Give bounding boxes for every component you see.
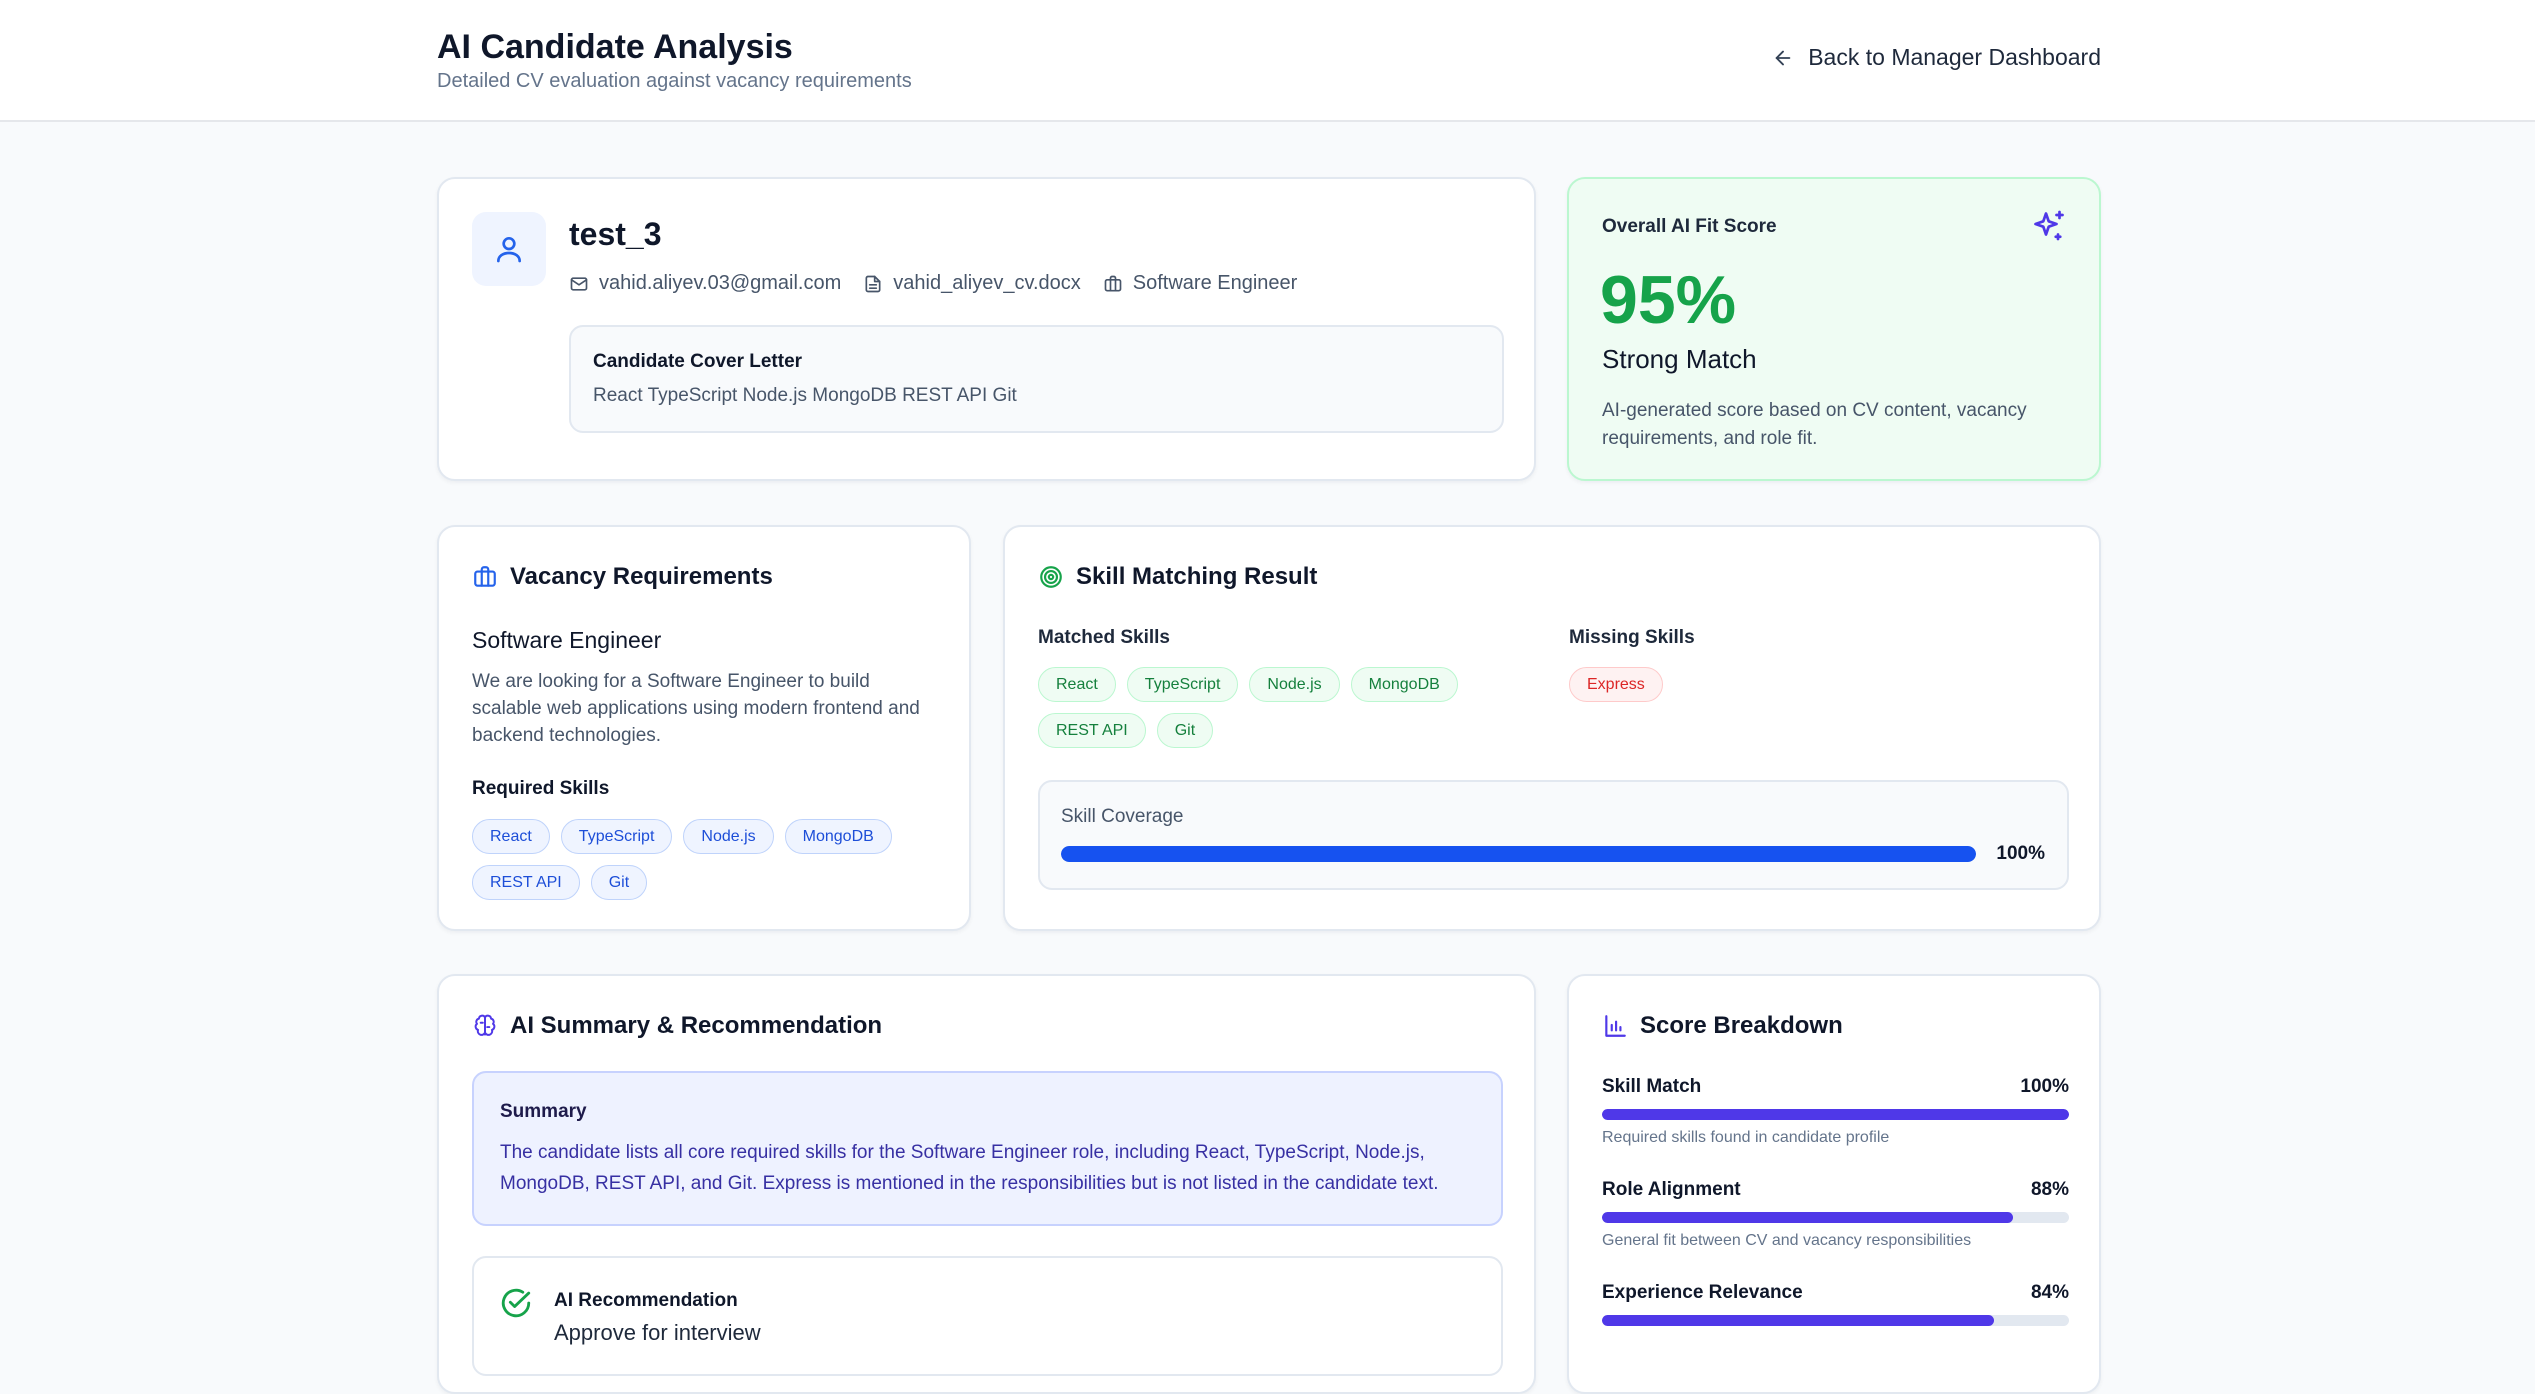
skill-tag: Node.js bbox=[683, 819, 774, 854]
breakdown-fill bbox=[1602, 1109, 2069, 1120]
skill-coverage-track bbox=[1061, 846, 1976, 862]
cover-letter-text: React TypeScript Node.js MongoDB REST AP… bbox=[593, 385, 1017, 406]
skill-tag: MongoDB bbox=[784, 819, 892, 854]
breakdown-description: Required skills found in candidate profi… bbox=[1602, 1129, 1890, 1146]
arrow-left-icon bbox=[1775, 50, 1791, 65]
avatar bbox=[472, 212, 546, 286]
bar-chart-icon bbox=[1605, 1015, 1626, 1037]
required-skills-list: React TypeScript Node.js MongoDB REST AP… bbox=[472, 819, 942, 900]
brain-icon bbox=[474, 1014, 496, 1036]
breakdown-row-experience-relevance: Experience Relevance 84% bbox=[1602, 1282, 2069, 1335]
back-to-dashboard-link[interactable]: Back to Manager Dashboard bbox=[1772, 44, 2101, 71]
breakdown-label: Role Alignment bbox=[1602, 1179, 1741, 1200]
score-label: Overall AI Fit Score bbox=[1602, 216, 1777, 237]
missing-skills-title: Missing Skills bbox=[1569, 627, 1695, 648]
skill-tag: React bbox=[472, 819, 550, 854]
skill-matching-card: Skill Matching Result Matched Skills Rea… bbox=[1003, 525, 2101, 931]
matched-skills-title: Matched Skills bbox=[1038, 627, 1170, 648]
skill-tag: REST API bbox=[472, 865, 580, 900]
required-skills-title: Required Skills bbox=[472, 778, 610, 799]
page-subtitle: Detailed CV evaluation against vacancy r… bbox=[437, 70, 912, 92]
score-match-label: Strong Match bbox=[1602, 344, 1757, 374]
summary-title: Summary bbox=[500, 1101, 587, 1122]
vacancy-description: We are looking for a Software Engineer t… bbox=[472, 671, 920, 746]
score-breakdown-card: Score Breakdown Skill Match 100% Require… bbox=[1567, 974, 2101, 1394]
matched-skills-list: React TypeScript Node.js MongoDB REST AP… bbox=[1038, 667, 1508, 748]
skill-matching-heading: Skill Matching Result bbox=[1038, 563, 1317, 591]
breakdown-fill bbox=[1602, 1212, 2013, 1223]
skill-tag: Git bbox=[590, 865, 648, 900]
user-icon bbox=[497, 237, 521, 263]
candidate-card: test_3 vahid.aliyev.03@gmail.com vahid_a… bbox=[437, 177, 1536, 481]
breakdown-description: General fit between CV and vacancy respo… bbox=[1602, 1232, 1972, 1249]
matched-skill-tag: React bbox=[1038, 667, 1116, 702]
email-text: vahid.aliyev.03@gmail.com bbox=[599, 272, 842, 294]
recommendation-value: Approve for interview bbox=[554, 1320, 761, 1345]
vacancy-heading-text: Vacancy Requirements bbox=[510, 563, 773, 590]
breakdown-value: 84% bbox=[2030, 1282, 2069, 1303]
skill-coverage-value: 100% bbox=[1996, 843, 2045, 864]
breakdown-row-skill-match: Skill Match 100% Required skills found i… bbox=[1602, 1076, 2069, 1147]
cv-file-text: vahid_aliyev_cv.docx bbox=[893, 272, 1081, 294]
briefcase-icon bbox=[474, 566, 496, 587]
skill-coverage-fill bbox=[1061, 846, 1976, 862]
top-header: AI Candidate Analysis Detailed CV evalua… bbox=[0, 0, 2535, 122]
vacancy-heading: Vacancy Requirements bbox=[472, 563, 773, 591]
cover-letter-box: Candidate Cover Letter React TypeScript … bbox=[569, 325, 1504, 433]
sparkles-icon bbox=[2034, 210, 2064, 241]
breakdown-fill bbox=[1602, 1315, 1995, 1326]
back-link-label: Back to Manager Dashboard bbox=[1808, 44, 2101, 70]
missing-skills-list: Express bbox=[1569, 667, 2039, 702]
candidate-email: vahid.aliyev.03@gmail.com bbox=[569, 272, 841, 295]
briefcase-icon bbox=[1104, 275, 1122, 291]
skill-tag: TypeScript bbox=[560, 819, 673, 854]
score-breakdown-heading: Score Breakdown bbox=[1602, 1012, 1843, 1040]
breakdown-value: 88% bbox=[2030, 1179, 2069, 1200]
ai-summary-card: AI Summary & Recommendation Summary The … bbox=[437, 974, 1536, 1394]
overall-score-card: Overall AI Fit Score 95% Strong Match AI… bbox=[1567, 177, 2101, 481]
matched-skill-tag: MongoDB bbox=[1350, 667, 1458, 702]
skill-matching-heading-text: Skill Matching Result bbox=[1076, 563, 1318, 590]
role-text: Software Engineer bbox=[1132, 272, 1298, 294]
missing-skill-tag: Express bbox=[1569, 667, 1663, 702]
candidate-meta: vahid.aliyev.03@gmail.com vahid_aliyev_c… bbox=[569, 272, 1297, 295]
recommendation-box: AI Recommendation Approve for interview bbox=[472, 1256, 1503, 1376]
summary-box: Summary The candidate lists all core req… bbox=[472, 1071, 1503, 1226]
candidate-cv-file: vahid_aliyev_cv.docx bbox=[863, 272, 1081, 295]
ai-summary-heading-text: AI Summary & Recommendation bbox=[510, 1012, 883, 1039]
vacancy-role: Software Engineer bbox=[472, 627, 662, 653]
matched-skill-tag: REST API bbox=[1038, 713, 1146, 748]
score-breakdown-heading-text: Score Breakdown bbox=[1640, 1012, 1843, 1039]
breakdown-row-role-alignment: Role Alignment 88% General fit between C… bbox=[1602, 1179, 2069, 1250]
breakdown-track bbox=[1602, 1315, 2069, 1326]
breakdown-label: Skill Match bbox=[1602, 1076, 1702, 1097]
cover-letter-title: Candidate Cover Letter bbox=[593, 351, 803, 372]
matched-skill-tag: Git bbox=[1156, 713, 1214, 748]
target-icon bbox=[1040, 566, 1062, 588]
matched-skill-tag: TypeScript bbox=[1126, 667, 1239, 702]
file-icon bbox=[865, 275, 881, 292]
check-circle-icon bbox=[501, 1288, 531, 1318]
breakdown-track bbox=[1602, 1109, 2069, 1120]
breakdown-track bbox=[1602, 1212, 2069, 1223]
skill-coverage-box: Skill Coverage 100% bbox=[1038, 780, 2069, 890]
breakdown-label: Experience Relevance bbox=[1602, 1282, 1803, 1303]
matched-skill-tag: Node.js bbox=[1249, 667, 1340, 702]
score-value: 95% bbox=[1600, 262, 1737, 338]
breakdown-value: 100% bbox=[2020, 1076, 2069, 1097]
mail-icon bbox=[570, 276, 588, 291]
skill-coverage-label: Skill Coverage bbox=[1061, 806, 1184, 827]
candidate-name: test_3 bbox=[569, 216, 662, 252]
vacancy-requirements-card: Vacancy Requirements Software Engineer W… bbox=[437, 525, 971, 931]
page-title: AI Candidate Analysis bbox=[437, 28, 793, 66]
recommendation-title: AI Recommendation bbox=[554, 1290, 738, 1311]
candidate-role: Software Engineer bbox=[1103, 272, 1298, 295]
ai-summary-heading: AI Summary & Recommendation bbox=[472, 1012, 882, 1040]
summary-text: The candidate lists all core required sk… bbox=[500, 1142, 1439, 1194]
score-description: AI-generated score based on CV content, … bbox=[1602, 400, 2027, 449]
